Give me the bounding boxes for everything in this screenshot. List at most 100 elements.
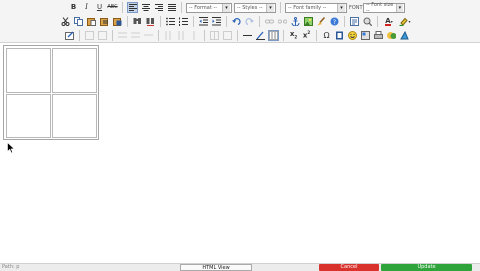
replace-icon — [146, 18, 154, 26]
format-select[interactable]: -- Format -- ▾ — [186, 2, 232, 13]
toolbar-row-3: x2 x2 Ω — [64, 29, 410, 42]
highlight-button[interactable]: ▾ — [398, 16, 412, 27]
print-button[interactable] — [373, 30, 384, 41]
italic-button[interactable]: I — [81, 2, 92, 13]
numbered-list-button[interactable] — [178, 16, 189, 27]
cleanup-icon — [317, 17, 326, 26]
separator — [127, 16, 128, 27]
align-justify-icon — [167, 4, 176, 11]
toolbar-row-2: ? A ▾ ▾ — [60, 15, 412, 28]
svg-text:?: ? — [333, 19, 336, 26]
cut-button[interactable] — [60, 16, 71, 27]
merge-cells-button[interactable] — [222, 30, 233, 41]
chevron-down-icon: ▾ — [390, 18, 393, 24]
visual-aid-button[interactable] — [268, 30, 279, 41]
remove-format-button[interactable] — [255, 30, 266, 41]
table-cell[interactable] — [6, 48, 51, 93]
edit-css-button[interactable] — [64, 30, 75, 41]
media-icon — [336, 31, 343, 40]
outdent-button[interactable] — [198, 16, 209, 27]
unlink-button[interactable] — [277, 16, 288, 27]
visual-aid-icon — [269, 31, 278, 40]
file-manager-button[interactable] — [399, 30, 410, 41]
emotions-button[interactable] — [347, 30, 358, 41]
template-icon — [361, 31, 370, 40]
horizontal-rule-button[interactable] — [242, 30, 253, 41]
font-color-button[interactable]: A ▾ — [382, 16, 396, 27]
find-button[interactable] — [132, 16, 143, 27]
align-right-button[interactable] — [153, 2, 164, 13]
paste-word-icon — [113, 18, 122, 26]
preview-icon — [363, 17, 372, 26]
delete-row-button[interactable] — [143, 30, 154, 41]
link-icon — [265, 19, 274, 24]
separator — [112, 30, 113, 41]
paste-button[interactable] — [86, 16, 97, 27]
table-cell[interactable] — [52, 48, 97, 93]
outdent-icon — [199, 17, 208, 26]
superscript-button[interactable]: x2 — [301, 30, 312, 41]
undo-icon — [232, 18, 241, 26]
chevron-down-icon: ▾ — [222, 3, 230, 12]
redo-button[interactable] — [244, 16, 255, 27]
source-button[interactable] — [349, 16, 360, 27]
find-icon — [133, 18, 141, 24]
cleanup-button[interactable] — [316, 16, 327, 27]
insert-col-before-button[interactable] — [163, 30, 174, 41]
media-button[interactable] — [334, 30, 345, 41]
table-cell[interactable] — [52, 94, 97, 138]
insert-row-after-button[interactable] — [130, 30, 141, 41]
bold-button[interactable]: B — [68, 2, 79, 13]
align-left-button[interactable] — [127, 2, 138, 13]
table-props-button[interactable] — [84, 30, 95, 41]
help-icon: ? — [330, 17, 339, 26]
help-button[interactable]: ? — [329, 16, 340, 27]
link-button[interactable] — [264, 16, 275, 27]
insert-col-after-button[interactable] — [176, 30, 187, 41]
image-icon — [304, 17, 313, 26]
align-justify-button[interactable] — [166, 2, 177, 13]
font-family-select[interactable]: -- Font family -- ▾ — [285, 2, 347, 13]
align-left-icon — [128, 4, 137, 11]
anchor-button[interactable] — [290, 16, 301, 27]
preview-button[interactable] — [362, 16, 373, 27]
paste-word-button[interactable] — [112, 16, 123, 27]
bullet-list-icon — [166, 17, 175, 26]
separator — [160, 16, 161, 27]
indent-button[interactable] — [211, 16, 222, 27]
styles-select[interactable]: -- Styles -- ▾ — [234, 2, 276, 13]
copy-button[interactable] — [73, 16, 84, 27]
bullet-list-button[interactable] — [165, 16, 176, 27]
separator — [181, 2, 182, 13]
insert-row-before-icon — [118, 32, 127, 38]
merge-cells-icon — [223, 31, 232, 40]
font-size-select-value: -- Font size -- — [366, 1, 394, 14]
cut-icon — [61, 17, 70, 26]
chevron-down-icon: ▾ — [337, 3, 345, 12]
replace-button[interactable] — [145, 16, 156, 27]
undo-button[interactable] — [231, 16, 242, 27]
font-size-select[interactable]: -- Font size -- ▾ — [363, 1, 405, 14]
cell-props-button[interactable] — [97, 30, 108, 41]
separator — [193, 16, 194, 27]
file-manager-icon — [400, 31, 409, 40]
numbered-list-icon — [179, 17, 188, 26]
template-button[interactable] — [360, 30, 371, 41]
subscript-button[interactable]: x2 — [288, 30, 299, 41]
separator — [283, 30, 284, 41]
strikethrough-button[interactable]: ABC — [107, 2, 118, 13]
image-button[interactable] — [303, 16, 314, 27]
insert-image-button[interactable] — [386, 30, 397, 41]
table-cell[interactable] — [6, 94, 51, 138]
underline-button[interactable]: U — [94, 2, 105, 13]
delete-col-button[interactable] — [189, 30, 200, 41]
paste-text-button[interactable] — [99, 16, 110, 27]
copy-icon — [74, 17, 83, 26]
split-cells-button[interactable] — [209, 30, 220, 41]
special-char-button[interactable]: Ω — [321, 30, 332, 41]
chevron-down-icon: ▾ — [266, 3, 274, 12]
insert-row-before-button[interactable] — [117, 30, 128, 41]
align-center-button[interactable] — [140, 2, 151, 13]
omega-icon: Ω — [323, 30, 330, 40]
editor-table[interactable] — [3, 45, 99, 140]
